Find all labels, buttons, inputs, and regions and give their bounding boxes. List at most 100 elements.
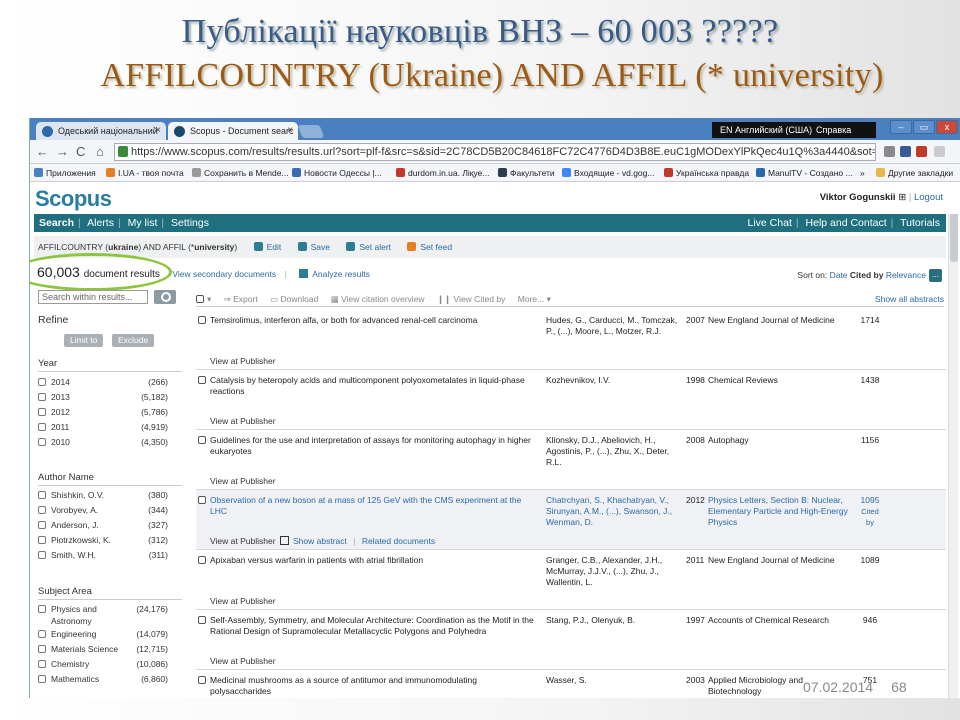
row-checkbox[interactable]: [198, 496, 206, 504]
forward-icon[interactable]: →: [56, 144, 69, 159]
facet-item[interactable]: Physics and Astronomy (24,176): [38, 603, 168, 627]
close-tab-icon[interactable]: ×: [155, 122, 161, 140]
bookmark-mendeley[interactable]: Сохранить в Mende...: [192, 164, 289, 182]
nav-alerts[interactable]: Alerts: [87, 217, 114, 229]
exclude-button[interactable]: Exclude: [112, 334, 155, 347]
analyze-results-link[interactable]: Analyze results: [299, 269, 370, 279]
more-button[interactable]: More... ▾: [518, 294, 551, 304]
row-checkbox[interactable]: [198, 376, 206, 384]
sort-more-button[interactable]: ...: [929, 269, 942, 282]
checkbox[interactable]: [38, 378, 46, 386]
checkbox[interactable]: [38, 605, 46, 613]
result-cited[interactable]: 1438: [858, 375, 882, 386]
result-title[interactable]: Medicinal mushrooms as a source of antit…: [210, 675, 540, 697]
search-within-input[interactable]: Search within results...: [38, 290, 148, 304]
result-authors[interactable]: Chatrchyan, S., Khachatryan, V., Sirunya…: [546, 495, 686, 528]
shield-icon[interactable]: [884, 146, 895, 157]
nav-search[interactable]: Search: [39, 217, 74, 229]
bookmark-iua[interactable]: I.UA - твоя почта: [106, 164, 184, 182]
row-checkbox[interactable]: [198, 616, 206, 624]
user-menu-icon[interactable]: ⊞: [898, 192, 906, 203]
scopus-logo[interactable]: Scopus: [35, 186, 112, 212]
set-feed-link[interactable]: Set feed: [407, 242, 452, 252]
result-authors[interactable]: Kozhevnikov, I.V.: [546, 375, 686, 386]
language-indicator[interactable]: EN Английский (США) Справка: [712, 122, 876, 138]
result-cited[interactable]: 1095 Cited by: [858, 495, 882, 528]
facebook-icon[interactable]: [900, 146, 911, 157]
result-authors[interactable]: Wasser, S.: [546, 675, 686, 686]
result-source[interactable]: Physics Letters, Section B: Nuclear, Ele…: [708, 495, 854, 528]
view-at-publisher-link[interactable]: View at Publisher: [210, 416, 276, 427]
result-title[interactable]: Guidelines for the use and interpretatio…: [210, 435, 540, 457]
facet-item[interactable]: Piotrzkowski, K. (312): [38, 534, 168, 547]
checkbox[interactable]: [38, 645, 46, 653]
help-label[interactable]: Справка: [816, 122, 851, 138]
checkbox[interactable]: [196, 295, 204, 303]
facet-item[interactable]: Anderson, J. (327): [38, 519, 168, 532]
scrollbar-thumb[interactable]: [950, 212, 958, 262]
show-abstract-link[interactable]: Show abstract: [280, 536, 347, 546]
result-cited[interactable]: 1156: [858, 435, 882, 446]
row-checkbox[interactable]: [198, 556, 206, 564]
select-all-checkbox[interactable]: ▾: [196, 294, 211, 304]
download-button[interactable]: ▭ Download: [270, 294, 318, 304]
result-title[interactable]: Self-Assembly, Symmetry, and Molecular A…: [210, 615, 540, 637]
facet-item[interactable]: Chemistry (10,086): [38, 658, 168, 671]
checkbox[interactable]: [38, 393, 46, 401]
nav-live-chat[interactable]: Live Chat: [748, 217, 792, 229]
home-icon[interactable]: ⌂: [96, 144, 104, 159]
export-button[interactable]: ⇒ Export: [224, 294, 258, 304]
minimize-button[interactable]: –: [890, 120, 912, 134]
facet-item[interactable]: Shishkin, O.V. (380): [38, 489, 168, 502]
result-title[interactable]: Catalysis by heteropoly acids and multic…: [210, 375, 540, 397]
bookmark-manultv[interactable]: ManulTV - Создано ...: [756, 164, 853, 182]
bookmark-faculties[interactable]: Факультети: [498, 164, 555, 182]
nav-my-list[interactable]: My list: [128, 217, 158, 229]
result-source[interactable]: New England Journal of Medicine: [708, 555, 854, 566]
bookmark-inbox[interactable]: Входящие - vd.gog...: [562, 164, 654, 182]
result-title[interactable]: Temsirolimus, interferon alfa, or both f…: [210, 315, 540, 326]
view-at-publisher-link[interactable]: View at Publisher: [210, 536, 276, 547]
nav-settings[interactable]: Settings: [171, 217, 209, 229]
row-checkbox[interactable]: [198, 676, 206, 684]
view-secondary-link[interactable]: View secondary documents: [172, 269, 276, 279]
citation-overview-button[interactable]: ▦ View citation overview: [331, 294, 425, 304]
bookmark-pravda[interactable]: Українська правда: [664, 164, 749, 182]
nav-help-contact[interactable]: Help and Contact: [806, 217, 887, 229]
facet-item[interactable]: Vorobyev, A. (344): [38, 504, 168, 517]
result-title[interactable]: Observation of a new boson at a mass of …: [210, 495, 540, 517]
result-source[interactable]: New England Journal of Medicine: [708, 315, 854, 326]
result-source[interactable]: Chemical Reviews: [708, 375, 854, 386]
close-window-button[interactable]: x: [936, 120, 958, 134]
gmail-icon[interactable]: [916, 146, 927, 157]
result-source[interactable]: Accounts of Chemical Research: [708, 615, 854, 626]
checkbox[interactable]: [38, 408, 46, 416]
bookmark-durdom[interactable]: durdom.in.ua. Ліқуе...: [396, 164, 490, 182]
menu-icon[interactable]: [934, 146, 945, 157]
view-at-publisher-link[interactable]: View at Publisher: [210, 656, 276, 667]
result-cited[interactable]: 1714: [858, 315, 882, 326]
checkbox[interactable]: [38, 660, 46, 668]
facet-item[interactable]: 2013 (5,182): [38, 391, 168, 404]
tab-odessa-university[interactable]: Одеський національний ×: [36, 122, 166, 140]
logout-link[interactable]: Logout: [914, 192, 943, 203]
back-icon[interactable]: ←: [36, 144, 49, 159]
checkbox[interactable]: [38, 423, 46, 431]
view-cited-by-button[interactable]: ❙❙ View Cited by: [437, 294, 505, 304]
result-authors[interactable]: Stang, P.J., Olenyuk, B.: [546, 615, 686, 626]
sort-cited-by[interactable]: Cited by: [850, 270, 884, 280]
facet-item[interactable]: 2010 (4,350): [38, 436, 168, 449]
row-checkbox[interactable]: [198, 316, 206, 324]
facet-item[interactable]: 2012 (5,786): [38, 406, 168, 419]
facet-item[interactable]: 2011 (4,919): [38, 421, 168, 434]
edit-query-link[interactable]: Edit: [253, 242, 281, 252]
nav-tutorials[interactable]: Tutorials: [900, 217, 940, 229]
checkbox[interactable]: [38, 506, 46, 514]
facet-item[interactable]: 2014 (266): [38, 376, 168, 389]
result-authors[interactable]: Hudes, G., Carducci, M., Tomczak, P., (.…: [546, 315, 686, 337]
result-title[interactable]: Apixaban versus warfarin in patients wit…: [210, 555, 540, 566]
result-cited[interactable]: 946: [858, 615, 882, 626]
result-cited[interactable]: 1089: [858, 555, 882, 566]
close-tab-icon[interactable]: ×: [287, 122, 293, 140]
show-all-abstracts-link[interactable]: Show all abstracts: [875, 291, 944, 307]
